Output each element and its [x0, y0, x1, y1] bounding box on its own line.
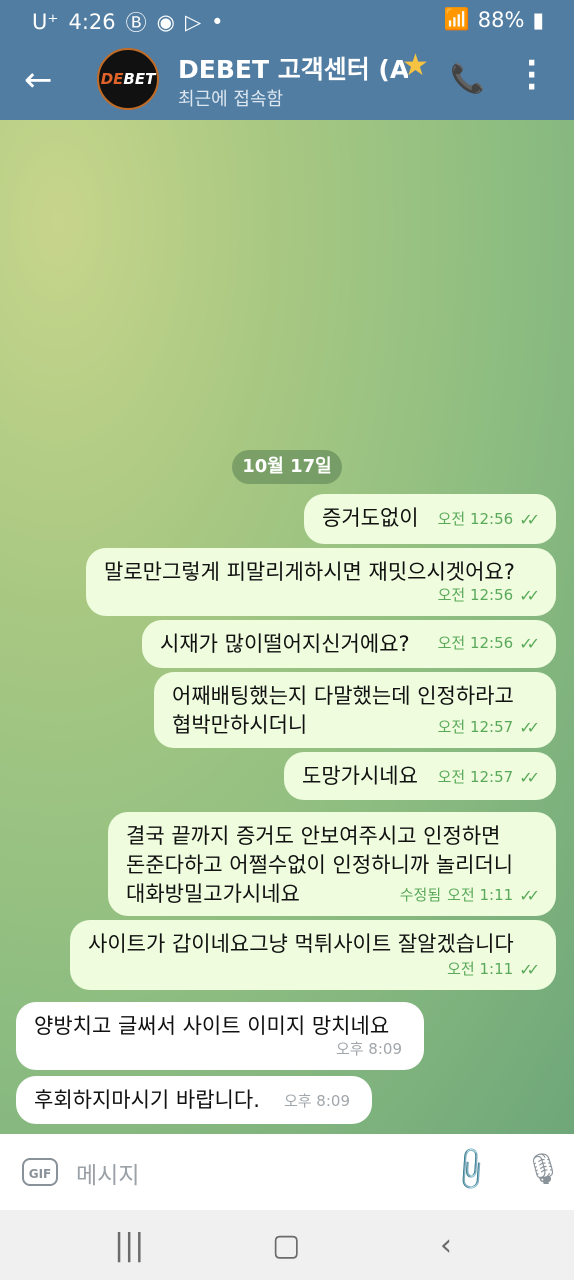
system-nav-bar: ||| ▢ ‹ — [0, 1210, 574, 1280]
recent-apps-icon[interactable]: ||| — [114, 1228, 144, 1263]
back-arrow-icon[interactable]: ← — [24, 60, 64, 100]
message-input[interactable]: 메시지 — [76, 1156, 139, 1190]
message-text: 후회하지마시기 바랍니다. — [34, 1088, 260, 1112]
battery-level: 88% — [477, 7, 525, 32]
dot-icon: • — [211, 10, 224, 34]
message-time: 오후 8:09 — [335, 1040, 402, 1058]
double-check-icon: ✓✓ — [519, 960, 540, 979]
message-bubble[interactable]: 양방치고 글써서 사이트 이미지 망치네요 오후 8:09 — [16, 1002, 424, 1070]
message-time: 오전 12:56 — [437, 586, 514, 604]
avatar[interactable]: DEBET — [97, 48, 159, 110]
message-time: 오전 12:56 — [437, 510, 514, 528]
double-check-icon: ✓✓ — [519, 510, 540, 529]
clock: 4:26 — [68, 10, 116, 34]
play-icon: ▷ — [184, 10, 202, 34]
message-time: 오전 12:56 — [437, 634, 514, 652]
message-time: 오후 8:09 — [283, 1092, 350, 1110]
edited-label: 수정됨 — [399, 886, 442, 904]
message-bubble[interactable]: 증거도없이 오전 12:56 ✓✓ — [304, 494, 556, 544]
mic-icon[interactable]: 🎙 — [524, 1152, 562, 1187]
double-check-icon: ✓✓ — [519, 586, 540, 605]
double-check-icon: ✓✓ — [519, 886, 540, 905]
attach-icon[interactable]: 📎 — [445, 1144, 496, 1195]
chat-title[interactable]: DEBET 고객센터 (A — [178, 50, 408, 86]
double-check-icon: ✓✓ — [519, 634, 540, 653]
back-nav-icon[interactable]: ‹ — [440, 1228, 452, 1263]
message-input-bar: GIF 메시지 📎 🎙 — [0, 1134, 574, 1210]
more-vert-icon[interactable]: · · · — [526, 49, 537, 103]
chat-header: ← DEBET DEBET 고객센터 (A ★ 최근에 접속함 📞 · · · — [0, 40, 574, 120]
wifi-icon: 📶 — [443, 7, 470, 31]
message-bubble[interactable]: 도망가시네요 오전 12:57 ✓✓ — [284, 752, 556, 800]
message-bubble[interactable]: 후회하지마시기 바랍니다. 오후 8:09 — [16, 1076, 372, 1124]
app-notification-icon: ◉ — [156, 10, 175, 34]
message-text: 시재가 많이떨어지신거에요? — [160, 632, 410, 656]
message-text: 도망가시네요 — [302, 764, 418, 788]
b-app-icon: Ⓑ — [125, 11, 147, 35]
double-check-icon: ✓✓ — [519, 718, 540, 737]
message-text: 증거도없이 — [322, 506, 419, 530]
status-bar: U⁺ 4:26 Ⓑ ◉ ▷ • 📶 88% ▮ — [0, 0, 574, 40]
phone-icon[interactable]: 📞 — [450, 62, 485, 95]
double-check-icon: ✓✓ — [519, 768, 540, 787]
star-icon: ★ — [402, 48, 429, 83]
gif-button[interactable]: GIF — [22, 1158, 58, 1186]
carrier: U⁺ — [32, 10, 59, 34]
last-seen: 최근에 접속함 — [178, 89, 284, 110]
message-bubble[interactable]: 사이트가 갑이네요그냥 먹튀사이트 잘알겠습니다 오전 1:11 ✓✓ — [70, 920, 556, 990]
home-icon[interactable]: ▢ — [272, 1228, 300, 1263]
message-bubble[interactable]: 결국 끝까지 증거도 안보여주시고 인정하면 돈준다하고 어쩔수없이 인정하니까… — [108, 812, 556, 916]
avatar-logo: DEBET — [100, 70, 156, 88]
battery-icon: ▮ — [532, 7, 544, 32]
message-bubble[interactable]: 말로만그렇게 피말리게하시면 재밋으시겟어요? 오전 12:56 ✓✓ — [86, 548, 556, 616]
message-time: 오전 1:11 — [447, 960, 514, 978]
message-time: 오전 12:57 — [437, 768, 514, 786]
message-time: 오전 1:11 — [447, 886, 514, 904]
message-time: 오전 12:57 — [437, 718, 514, 736]
message-bubble[interactable]: 시재가 많이떨어지신거에요? 오전 12:56 ✓✓ — [142, 620, 556, 668]
date-chip: 10월 17일 — [232, 450, 342, 484]
message-bubble[interactable]: 어째배팅했는지 다말했는데 인정하라고 협박만하시더니 오전 12:57 ✓✓ — [154, 672, 556, 748]
